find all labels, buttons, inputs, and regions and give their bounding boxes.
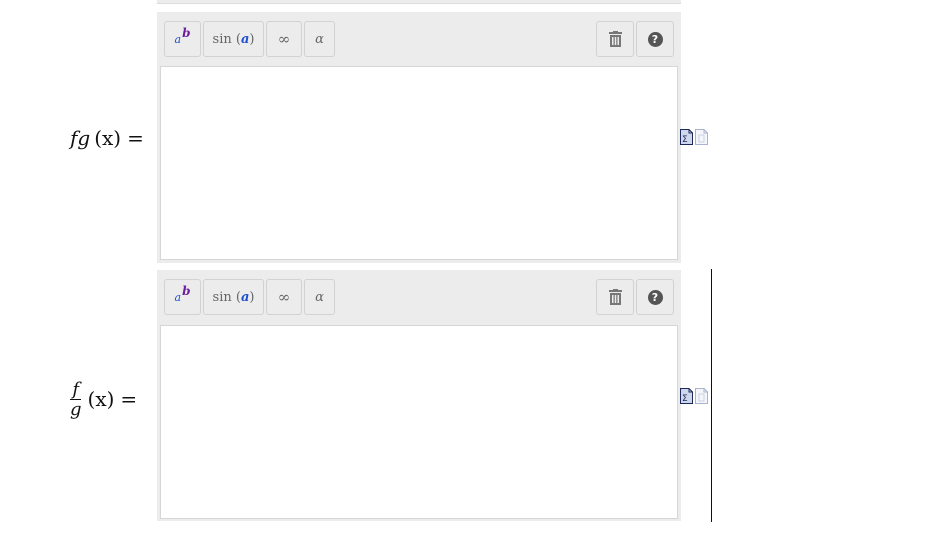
function-button[interactable]: sin (a) — [203, 279, 264, 315]
math-input-page: fg (x) = ab sin (a) ∞ α ? Σ f g (x) = a … — [0, 0, 950, 559]
trash-icon — [608, 289, 622, 305]
f-over-g-math-editor: ab sin (a) ∞ α ? — [157, 270, 681, 521]
document-icon[interactable] — [695, 129, 708, 145]
svg-text:Σ: Σ — [682, 135, 688, 145]
function-button[interactable]: sin (a) — [203, 21, 264, 57]
f-over-g-editor-toolbar: ab sin (a) ∞ α ? — [157, 270, 681, 324]
help-button[interactable]: ? — [636, 279, 674, 315]
f-over-g-side-icons: Σ — [680, 388, 708, 404]
text-cursor-line — [711, 269, 712, 522]
previous-editor-edge — [157, 0, 681, 4]
infinity-button[interactable]: ∞ — [266, 279, 302, 315]
f-over-g-input-area[interactable] — [160, 325, 678, 519]
formula-doc-icon[interactable]: Σ — [680, 129, 693, 145]
greek-button[interactable]: α — [304, 279, 335, 315]
power-button[interactable]: ab — [164, 21, 201, 57]
trash-icon — [608, 31, 622, 47]
svg-text:Σ: Σ — [682, 394, 688, 404]
greek-button[interactable]: α — [304, 21, 335, 57]
help-icon: ? — [647, 289, 663, 305]
fg-side-icons: Σ — [680, 129, 708, 145]
fg-editor-toolbar: ab sin (a) ∞ α ? — [157, 12, 681, 66]
document-icon[interactable] — [695, 388, 708, 404]
f-over-g-label: f g (x) = — [70, 377, 156, 421]
f-over-g-variable: (x) — [87, 387, 115, 411]
help-button[interactable]: ? — [636, 21, 674, 57]
fg-equals: = — [127, 126, 144, 150]
fg-variable: (x) — [94, 126, 122, 150]
fg-label: fg (x) = — [70, 118, 156, 158]
infinity-button[interactable]: ∞ — [266, 21, 302, 57]
help-icon: ? — [647, 31, 663, 47]
f-over-g-fraction: f g — [70, 378, 82, 420]
clear-button[interactable] — [596, 279, 634, 315]
fg-math-editor: ab sin (a) ∞ α ? — [157, 12, 681, 263]
power-button[interactable]: ab — [164, 279, 201, 315]
fg-func-name: fg — [70, 126, 91, 150]
fg-input-area[interactable] — [160, 66, 678, 260]
f-over-g-equals: = — [120, 387, 138, 411]
clear-button[interactable] — [596, 21, 634, 57]
formula-doc-icon[interactable]: Σ — [680, 388, 693, 404]
